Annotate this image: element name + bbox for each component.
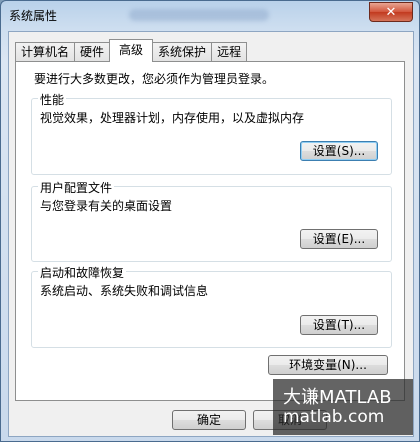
performance-settings-button[interactable]: 设置(S)...	[300, 141, 378, 161]
tab-strip: 计算机名 硬件 高级 系统保护 远程	[15, 39, 248, 62]
watermark-overlay: 大谦MATLAB matlab.com	[273, 379, 413, 435]
title-blur-decoration	[129, 9, 269, 21]
user-profiles-settings-button[interactable]: 设置(E)...	[300, 229, 378, 249]
performance-description: 视觉效果，处理器计划，内存使用，以及虚拟内存	[40, 111, 305, 125]
user-profiles-group: 用户配置文件 与您登录有关的桌面设置 设置(E)...	[31, 179, 392, 262]
performance-group-title: 性能	[38, 91, 67, 108]
tab-computer-name[interactable]: 计算机名	[15, 42, 76, 61]
admin-notice: 要进行大多数更改，您必须作为管理员登录。	[34, 72, 275, 86]
tab-remote[interactable]: 远程	[211, 42, 248, 61]
performance-group: 性能 视觉效果，处理器计划，内存使用，以及虚拟内存 设置(S)...	[31, 91, 392, 175]
ok-button[interactable]: 确定	[172, 410, 246, 430]
startup-recovery-group-title: 启动和故障恢复	[38, 264, 127, 281]
tab-hardware[interactable]: 硬件	[74, 42, 111, 61]
watermark-title: 大谦MATLAB	[283, 387, 392, 408]
startup-recovery-description: 系统启动、系统失败和调试信息	[40, 284, 209, 298]
startup-recovery-settings-button[interactable]: 设置(T)...	[300, 315, 378, 335]
dialog-client-area: 计算机名 硬件 高级 系统保护 远程 要进行大多数更改，您必须作为管理员登录。 …	[8, 31, 414, 437]
advanced-tab-panel: 要进行大多数更改，您必须作为管理员登录。 性能 视觉效果，处理器计划，内存使用，…	[15, 61, 405, 401]
title-bar[interactable]: 系统属性 ✕	[1, 1, 419, 31]
system-properties-window: 系统属性 ✕ 计算机名 硬件 高级 系统保护 远程 要进行大多数更改，您必须作为…	[0, 0, 420, 442]
close-icon: ✕	[385, 4, 397, 20]
startup-recovery-group: 启动和故障恢复 系统启动、系统失败和调试信息 设置(T)...	[31, 264, 392, 348]
tab-advanced[interactable]: 高级	[109, 39, 154, 62]
user-profiles-group-title: 用户配置文件	[38, 179, 115, 196]
tab-system-protection[interactable]: 系统保护	[152, 42, 213, 61]
window-title: 系统属性	[9, 9, 58, 23]
user-profiles-description: 与您登录有关的桌面设置	[40, 199, 173, 213]
environment-variables-button[interactable]: 环境变量(N)...	[268, 355, 388, 375]
close-button[interactable]: ✕	[369, 2, 413, 22]
watermark-url: matlab.com	[283, 407, 385, 427]
